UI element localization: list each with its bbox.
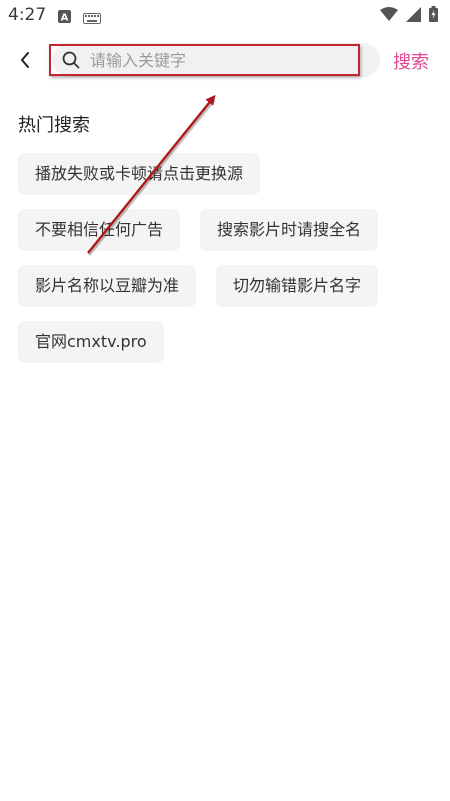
status-time: 4:27 <box>8 5 47 25</box>
battery-icon <box>429 6 438 26</box>
search-button[interactable]: 搜索 <box>393 48 429 74</box>
status-bar: 4:27 A <box>0 0 450 32</box>
notification-a-icon: A <box>58 8 71 27</box>
back-button[interactable] <box>14 48 36 72</box>
hot-tag[interactable]: 影片名称以豆瓣为准 <box>18 265 197 307</box>
hot-tag[interactable]: 搜索影片时请搜全名 <box>200 209 379 251</box>
signal-icon <box>406 6 421 26</box>
hot-search-title: 热门搜索 <box>18 115 90 136</box>
hot-tag[interactable]: 不要相信任何广告 <box>18 209 181 251</box>
svg-text:A: A <box>61 13 69 24</box>
hot-tag[interactable]: 播放失败或卡顿请点击更换源 <box>18 153 261 195</box>
wifi-icon <box>380 6 398 26</box>
hot-tag[interactable]: 官网cmxtv.pro <box>18 321 164 363</box>
keyboard-icon <box>83 9 101 28</box>
chevron-left-icon <box>21 52 29 68</box>
hot-tag[interactable]: 切勿输错影片名字 <box>216 265 379 307</box>
annotation-highlight-box <box>49 44 360 76</box>
